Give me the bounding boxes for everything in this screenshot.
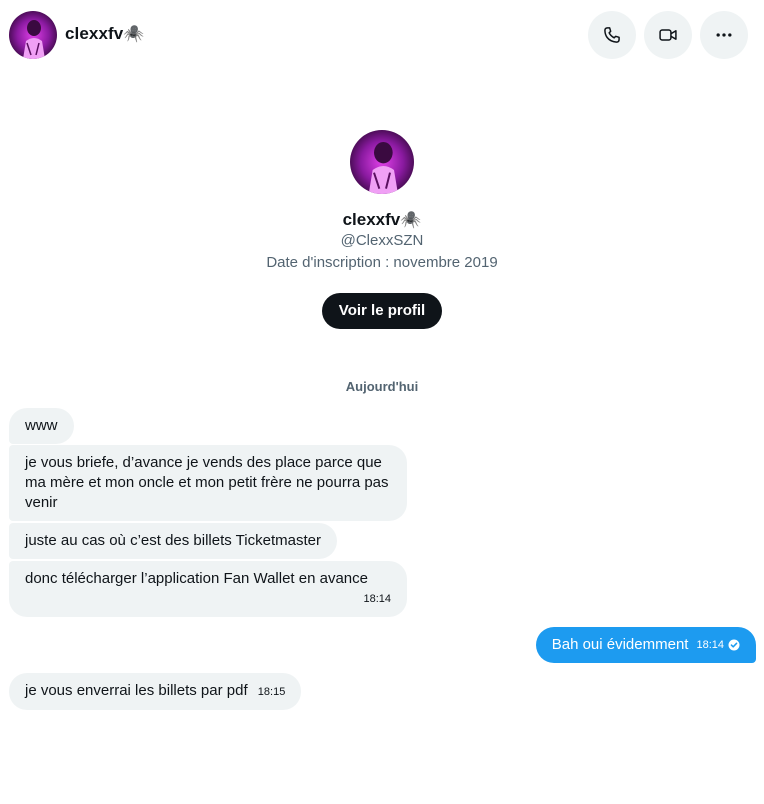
join-date: Date d'inscription : novembre 2019 <box>266 254 498 271</box>
video-call-button[interactable] <box>644 11 692 59</box>
profile-avatar[interactable] <box>350 130 414 194</box>
message-bubble-outgoing[interactable]: Bah oui évidemment 18:14 <box>535 627 756 663</box>
video-camera-icon <box>659 29 677 41</box>
message-text: juste au cas où c’est des billets Ticket… <box>25 532 321 549</box>
message-text: je vous briefe, d’avance je vends des pl… <box>25 454 389 511</box>
message-bubble-incoming[interactable]: donc télécharger l’application Fan Walle… <box>9 561 407 617</box>
profile-name[interactable]: clexxfv🕷️ <box>0 210 764 230</box>
view-profile-button[interactable]: Voir le profil <box>321 293 443 329</box>
message-timestamp: 18:14 <box>363 593 391 605</box>
message-bubble-incoming[interactable]: je vous briefe, d’avance je vends des pl… <box>9 445 407 521</box>
call-button[interactable] <box>588 11 636 59</box>
more-options-button[interactable] <box>700 11 748 59</box>
day-separator: Aujourd'hui <box>345 379 419 394</box>
conversation-title[interactable]: clexxfv🕷️ <box>65 24 145 44</box>
phone-icon <box>604 27 620 43</box>
more-horizontal-icon <box>716 33 732 37</box>
message-text: je vous enverrai les billets par pdf <box>25 682 248 699</box>
profile-summary: clexxfv🕷️ @ClexxSZN Date d'inscription :… <box>0 130 764 329</box>
message-text: donc télécharger l’application Fan Walle… <box>25 570 368 587</box>
message-bubble-incoming[interactable]: je vous enverrai les billets par pdf 18:… <box>9 673 302 710</box>
message-text: Bah oui évidemment <box>551 636 689 653</box>
message-timestamp: 18:14 <box>696 639 724 651</box>
message-text: www <box>25 417 58 434</box>
message-bubble-incoming[interactable]: juste au cas où c’est des billets Ticket… <box>9 523 337 559</box>
message-bubble-incoming[interactable]: www <box>9 408 74 444</box>
conversation-header: clexxfv🕷️ <box>0 0 764 70</box>
avatar[interactable] <box>9 11 57 59</box>
message-timestamp: 18:15 <box>257 686 286 698</box>
check-circle-icon <box>728 639 740 651</box>
profile-handle: @ClexxSZN <box>340 232 424 249</box>
